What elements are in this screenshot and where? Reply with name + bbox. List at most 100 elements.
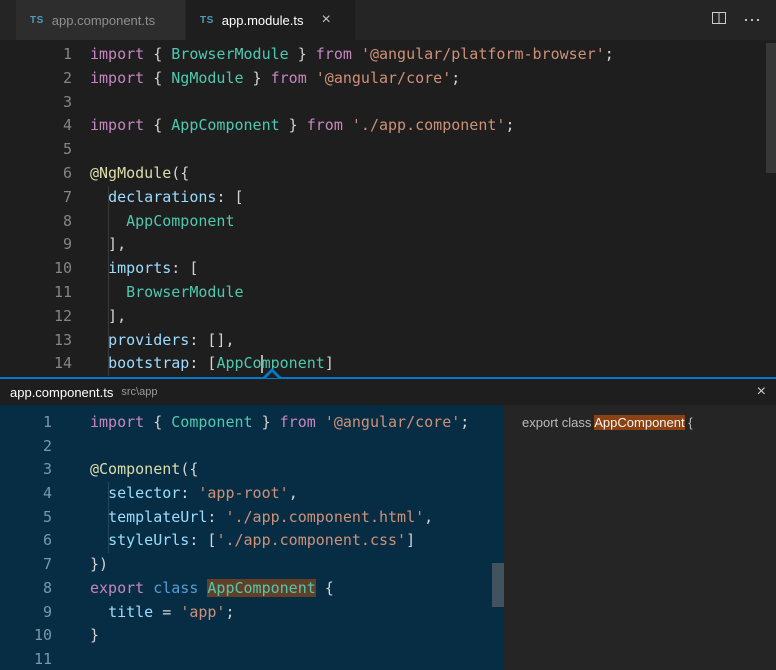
peek-path: src\app (121, 386, 157, 398)
line-number[interactable]: 3 (0, 458, 52, 482)
peek-results-list: export class AppComponent { (504, 405, 776, 670)
code-line[interactable]: 5 (0, 138, 776, 162)
tab-app.component.ts[interactable]: TS app.component.ts (16, 0, 186, 40)
line-number[interactable]: 12 (0, 305, 72, 329)
peek-editor[interactable]: 1import { Component } from '@angular/cor… (0, 405, 504, 670)
code-line[interactable]: 2import { NgModule } from '@angular/core… (0, 67, 776, 91)
code-line[interactable]: 14 bootstrap: [AppComponent] (0, 352, 776, 376)
line-number[interactable]: 4 (0, 114, 72, 138)
code-line[interactable]: 10} (0, 624, 504, 648)
line-number[interactable]: 1 (0, 411, 52, 435)
code-line[interactable]: 4import { AppComponent } from './app.com… (0, 114, 776, 138)
line-number[interactable]: 6 (0, 162, 72, 186)
code-content: import { BrowserModule } from '@angular/… (72, 43, 614, 67)
line-number[interactable]: 14 (0, 352, 72, 376)
code-content: export class AppComponent { (52, 577, 334, 601)
peek-code-area[interactable]: 1import { Component } from '@angular/cor… (0, 411, 504, 670)
code-content: }) (52, 553, 108, 577)
code-line[interactable]: 4 selector: 'app-root', (0, 482, 504, 506)
code-content: title = 'app'; (52, 601, 235, 625)
code-line[interactable]: 11 (0, 648, 504, 670)
tab-label: app.module.ts (222, 13, 304, 28)
code-content: BrowserModule (72, 281, 244, 305)
code-line[interactable]: 13 providers: [], (0, 329, 776, 353)
code-area[interactable]: 1import { BrowserModule } from '@angular… (0, 43, 776, 376)
peek-definition-window: app.component.ts src\app × 1import { Com… (0, 377, 776, 670)
tabs-container: TS app.component.tsTS app.module.ts × (16, 0, 356, 40)
code-content (52, 435, 90, 459)
code-line[interactable]: 8export class AppComponent { (0, 577, 504, 601)
line-number[interactable]: 8 (0, 210, 72, 234)
line-number[interactable]: 7 (0, 186, 72, 210)
line-number[interactable]: 9 (0, 601, 52, 625)
code-content: import { Component } from '@angular/core… (52, 411, 469, 435)
line-number[interactable]: 13 (0, 329, 72, 353)
code-content: ], (72, 305, 126, 329)
line-number[interactable]: 5 (0, 506, 52, 530)
code-content: declarations: [ (72, 186, 244, 210)
line-number[interactable]: 2 (0, 67, 72, 91)
code-content: } (52, 624, 99, 648)
line-number[interactable]: 3 (0, 91, 72, 115)
vertical-scrollbar[interactable] (766, 43, 776, 173)
code-content: import { NgModule } from '@angular/core'… (72, 67, 460, 91)
line-number[interactable]: 2 (0, 435, 52, 459)
code-line[interactable]: 12 ], (0, 305, 776, 329)
vertical-scrollbar[interactable] (492, 563, 504, 607)
code-line[interactable]: 10 imports: [ (0, 257, 776, 281)
code-content: @NgModule({ (72, 162, 189, 186)
code-content (72, 138, 90, 162)
code-line[interactable]: 9 ], (0, 233, 776, 257)
code-line[interactable]: 7}) (0, 553, 504, 577)
line-number[interactable]: 10 (0, 257, 72, 281)
code-content: imports: [ (72, 257, 198, 281)
code-line[interactable]: 2 (0, 435, 504, 459)
line-number[interactable]: 10 (0, 624, 52, 648)
line-number[interactable]: 5 (0, 138, 72, 162)
line-number[interactable]: 11 (0, 281, 72, 305)
tab-app.module.ts[interactable]: TSapp.module.ts× (186, 0, 356, 40)
code-content: selector: 'app-root', (52, 482, 298, 506)
peek-arrow-fill (266, 372, 278, 378)
peek-title: app.component.ts (10, 385, 113, 400)
code-content: templateUrl: './app.component.html', (52, 506, 433, 530)
code-line[interactable]: 1import { BrowserModule } from '@angular… (0, 43, 776, 67)
code-content: ], (72, 233, 126, 257)
line-number[interactable]: 4 (0, 482, 52, 506)
code-line[interactable]: 5 templateUrl: './app.component.html', (0, 506, 504, 530)
close-icon[interactable]: × (757, 384, 766, 400)
editor-actions: ⋯ (711, 0, 776, 40)
more-actions-icon[interactable]: ⋯ (743, 10, 762, 31)
code-content: import { AppComponent } from './app.comp… (72, 114, 514, 138)
line-number[interactable]: 6 (0, 529, 52, 553)
code-line[interactable]: 7 declarations: [ (0, 186, 776, 210)
split-editor-icon[interactable] (711, 10, 727, 31)
peek-result-item[interactable]: export class AppComponent { (504, 411, 776, 435)
line-number[interactable]: 9 (0, 233, 72, 257)
line-number[interactable]: 7 (0, 553, 52, 577)
code-content: @Component({ (52, 458, 198, 482)
peek-body: 1import { Component } from '@angular/cor… (0, 405, 776, 670)
line-number[interactable]: 1 (0, 43, 72, 67)
line-number[interactable]: 8 (0, 577, 52, 601)
line-number[interactable]: 11 (0, 648, 52, 670)
editor-app-module[interactable]: 1import { BrowserModule } from '@angular… (0, 40, 776, 377)
code-line[interactable]: 9 title = 'app'; (0, 601, 504, 625)
code-line[interactable]: 11 BrowserModule (0, 281, 776, 305)
code-line[interactable]: 3 (0, 91, 776, 115)
tab-label: app.component.ts (52, 13, 155, 28)
code-content: providers: [], (72, 329, 235, 353)
close-icon[interactable]: × (321, 12, 330, 28)
code-content: styleUrls: ['./app.component.css'] (52, 529, 415, 553)
code-line[interactable]: 8 AppComponent (0, 210, 776, 234)
code-line[interactable]: 1import { Component } from '@angular/cor… (0, 411, 504, 435)
code-line[interactable]: 6@NgModule({ (0, 162, 776, 186)
tab-bar: TS app.component.tsTS app.module.ts × ⋯ (0, 0, 776, 40)
code-content (52, 648, 90, 670)
code-content: bootstrap: [AppComponent] (72, 352, 334, 376)
indent-guide (108, 186, 109, 376)
code-content (72, 91, 90, 115)
code-line[interactable]: 6 styleUrls: ['./app.component.css'] (0, 529, 504, 553)
code-line[interactable]: 3@Component({ (0, 458, 504, 482)
ts-icon: TS (30, 15, 44, 26)
